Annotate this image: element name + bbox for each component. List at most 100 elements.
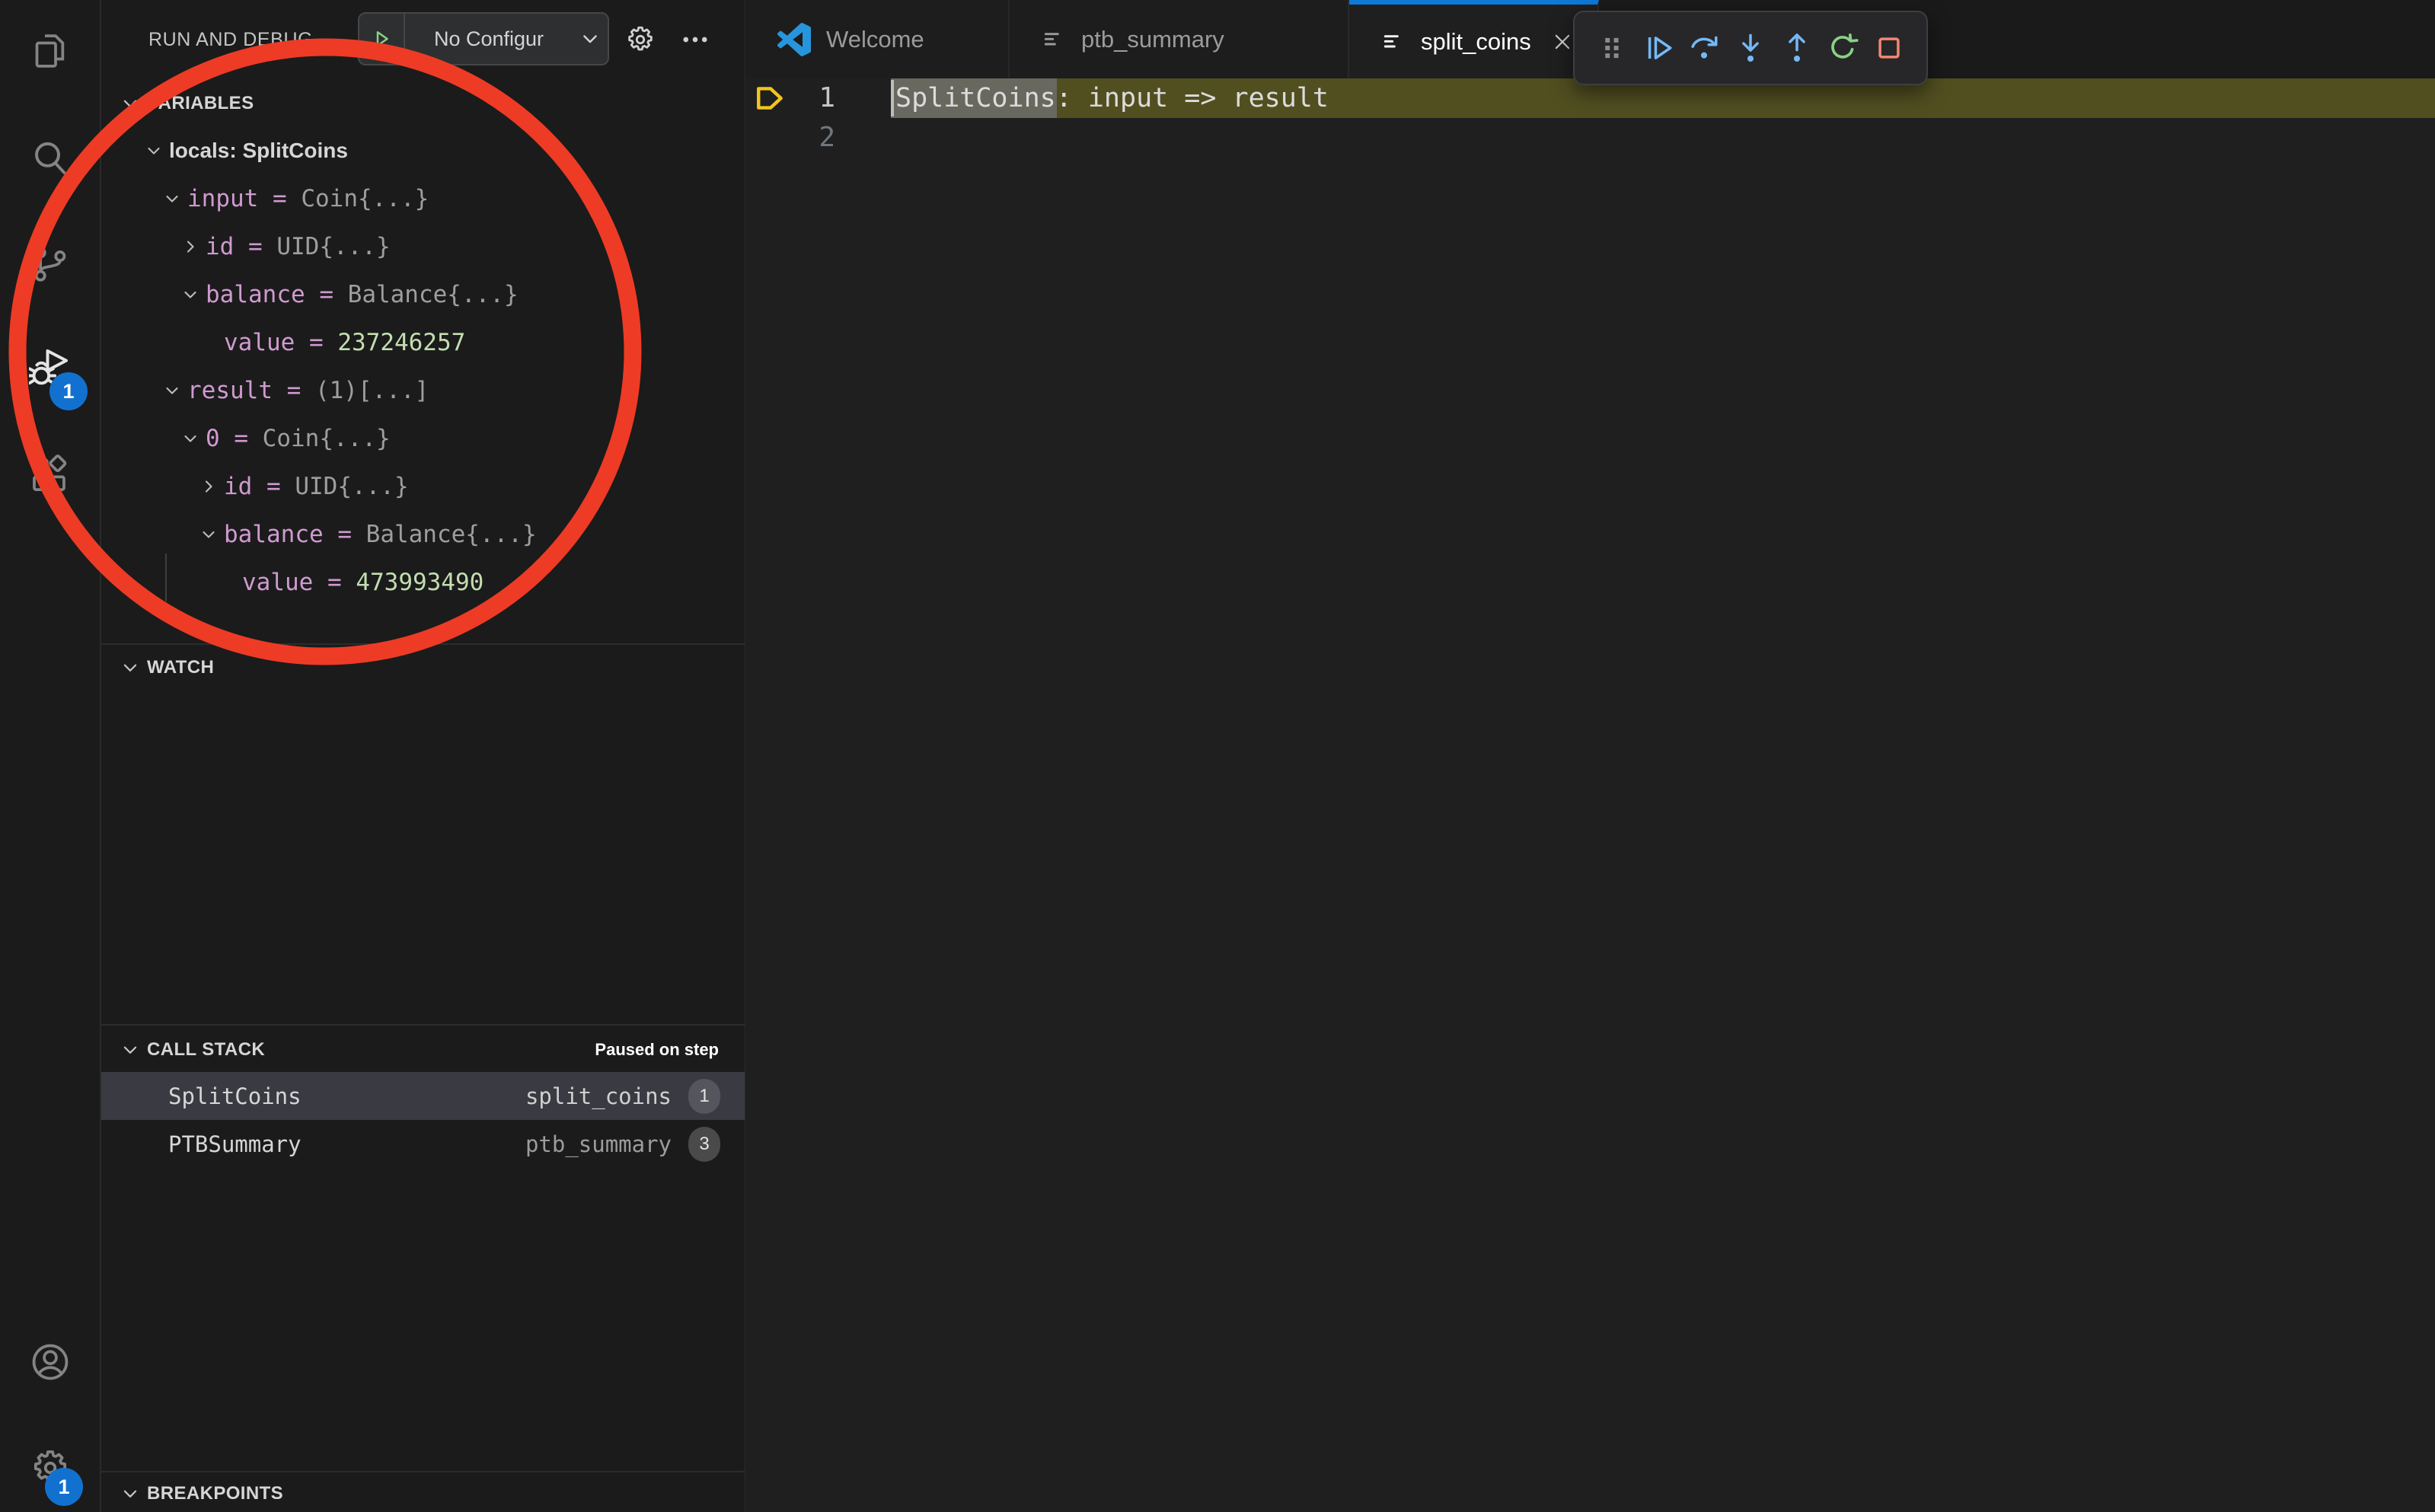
- variable-name: input: [187, 185, 258, 212]
- chevron-down-icon[interactable]: [175, 285, 206, 304]
- call-stack-frame[interactable]: PTBSummaryptb_summary3: [101, 1120, 745, 1168]
- variable-value: Balance{...}: [348, 281, 519, 308]
- activity-item-source-control[interactable]: [0, 226, 100, 302]
- restart-button[interactable]: [1825, 25, 1860, 71]
- variable-row[interactable]: balance = Balance{...}: [101, 270, 745, 318]
- frame-source: ptb_summary: [525, 1131, 672, 1157]
- more-actions-icon[interactable]: [672, 0, 718, 79]
- activity-item-account[interactable]: [0, 1324, 100, 1400]
- activity-item-explorer[interactable]: [0, 13, 100, 89]
- code-text: SplitCoins: input => result: [895, 78, 1329, 118]
- tab-split_coins[interactable]: split_coins: [1349, 0, 1599, 78]
- step-into-button[interactable]: [1733, 25, 1768, 71]
- run-and-debug-sidebar: RUN AND DEBUG No Configur VARIABLES loca…: [101, 0, 746, 1512]
- tab-label: Welcome: [826, 26, 924, 53]
- sidebar-titlebar: RUN AND DEBUG No Configur: [101, 0, 745, 79]
- variable-row[interactable]: id = UID{...}: [101, 222, 745, 270]
- frame-source: split_coins: [525, 1083, 672, 1109]
- chevron-down-icon: [113, 658, 147, 678]
- empty-line[interactable]: [891, 118, 2435, 158]
- variable-row[interactable]: 0 = Coin{...}: [101, 414, 745, 462]
- editor-group: Welcome ptb_summary split_coins 1 SplitCoi…: [745, 0, 2435, 1512]
- restart-icon: [1827, 32, 1859, 64]
- chevron-down-icon: [113, 1484, 147, 1504]
- variable-value: Coin{...}: [263, 425, 391, 452]
- breakpoints-section-header[interactable]: BREAKPOINTS: [101, 1475, 745, 1512]
- watch-section-header[interactable]: WATCH: [101, 649, 745, 686]
- variable-row[interactable]: id = UID{...}: [101, 462, 745, 510]
- configure-gear-icon[interactable]: [618, 0, 663, 79]
- drag-handle-button[interactable]: [1594, 25, 1629, 71]
- variables-tree: locals: SplitCoinsinput = Coin{...}id = …: [101, 126, 745, 606]
- chevron-down-icon[interactable]: [175, 429, 206, 448]
- equals-sign: =: [258, 185, 301, 212]
- activity-item-settings[interactable]: 1: [0, 1430, 100, 1506]
- variable-value: UID{...}: [295, 473, 408, 500]
- tab-ptb_summary[interactable]: ptb_summary: [1010, 0, 1349, 78]
- extensions-icon: [29, 454, 72, 496]
- activity-bar: 11: [0, 0, 101, 1512]
- step-out-button[interactable]: [1779, 25, 1814, 71]
- variable-value: (1)[...]: [315, 377, 429, 404]
- search-icon: [29, 137, 72, 180]
- variable-name: id: [224, 473, 252, 500]
- variable-row[interactable]: balance = Balance{...}: [101, 510, 745, 558]
- chevron-right-icon[interactable]: [175, 238, 206, 256]
- source-control-icon: [29, 243, 72, 285]
- chevron-down-icon[interactable]: [157, 381, 187, 400]
- step-over-icon: [1688, 32, 1720, 64]
- variable-row[interactable]: locals: SplitCoins: [101, 126, 745, 174]
- tab-Welcome[interactable]: Welcome: [745, 0, 1010, 78]
- stop-button[interactable]: [1872, 25, 1907, 71]
- frame-line-badge: 1: [688, 1079, 720, 1114]
- equals-sign: =: [305, 281, 348, 308]
- variable-name: 0: [206, 425, 220, 452]
- call-stack-section-label: CALL STACK: [147, 1039, 265, 1061]
- line-number: 1: [745, 78, 835, 118]
- tab-label: split_coins: [1421, 28, 1531, 56]
- chevron-down-icon: [573, 28, 608, 49]
- variables-section-header[interactable]: VARIABLES: [101, 85, 745, 122]
- launch-configuration-dropdown[interactable]: No Configur: [358, 12, 609, 65]
- start-debugging-play-icon[interactable]: [359, 14, 405, 64]
- sidebar-title: RUN AND DEBUG: [148, 0, 313, 79]
- equals-sign: =: [273, 377, 315, 404]
- debug-toolbar: [1573, 11, 1928, 85]
- variable-row[interactable]: input = Coin{...}: [101, 174, 745, 222]
- equals-sign: =: [324, 521, 366, 548]
- variable-name: value: [242, 569, 313, 596]
- activity-item-search[interactable]: [0, 120, 100, 196]
- chevron-right-icon[interactable]: [193, 477, 224, 496]
- section-divider: [101, 1024, 745, 1026]
- chevron-down-icon[interactable]: [157, 190, 187, 208]
- variable-value: 237246257: [337, 329, 465, 356]
- step-over-button[interactable]: [1687, 25, 1722, 71]
- variable-name: result: [187, 377, 273, 404]
- continue-icon: [1642, 32, 1674, 64]
- section-divider: [101, 643, 745, 645]
- variable-row[interactable]: value = 473993490: [101, 558, 745, 606]
- activity-badge: 1: [45, 1468, 83, 1506]
- chevron-down-icon: [113, 1040, 147, 1060]
- code-area[interactable]: 1 SplitCoins: input => result 2: [745, 78, 2435, 1512]
- step-into-icon: [1734, 32, 1766, 64]
- activity-item-run-and-debug[interactable]: 1: [0, 330, 100, 406]
- files-icon: [29, 30, 72, 72]
- call-stack-list: SplitCoinssplit_coins1PTBSummaryptb_summ…: [101, 1072, 745, 1168]
- call-stack-frame[interactable]: SplitCoinssplit_coins1: [101, 1072, 745, 1120]
- variable-row[interactable]: value = 237246257: [101, 318, 745, 366]
- variable-row[interactable]: result = (1)[...]: [101, 366, 745, 414]
- chevron-down-icon[interactable]: [193, 525, 224, 544]
- variable-name: balance: [206, 281, 305, 308]
- continue-button[interactable]: [1641, 25, 1676, 71]
- list-file-icon: [1042, 27, 1066, 52]
- chevron-down-icon[interactable]: [139, 142, 169, 160]
- stop-icon: [1873, 32, 1905, 64]
- activity-item-extensions[interactable]: [0, 437, 100, 513]
- close-icon[interactable]: [1551, 27, 1574, 57]
- equals-sign: =: [220, 425, 263, 452]
- grip-icon: [1596, 32, 1628, 64]
- variable-value: Balance{...}: [366, 521, 537, 548]
- text-cursor: [891, 80, 894, 116]
- call-stack-section-header[interactable]: CALL STACK Paused on step: [101, 1032, 745, 1068]
